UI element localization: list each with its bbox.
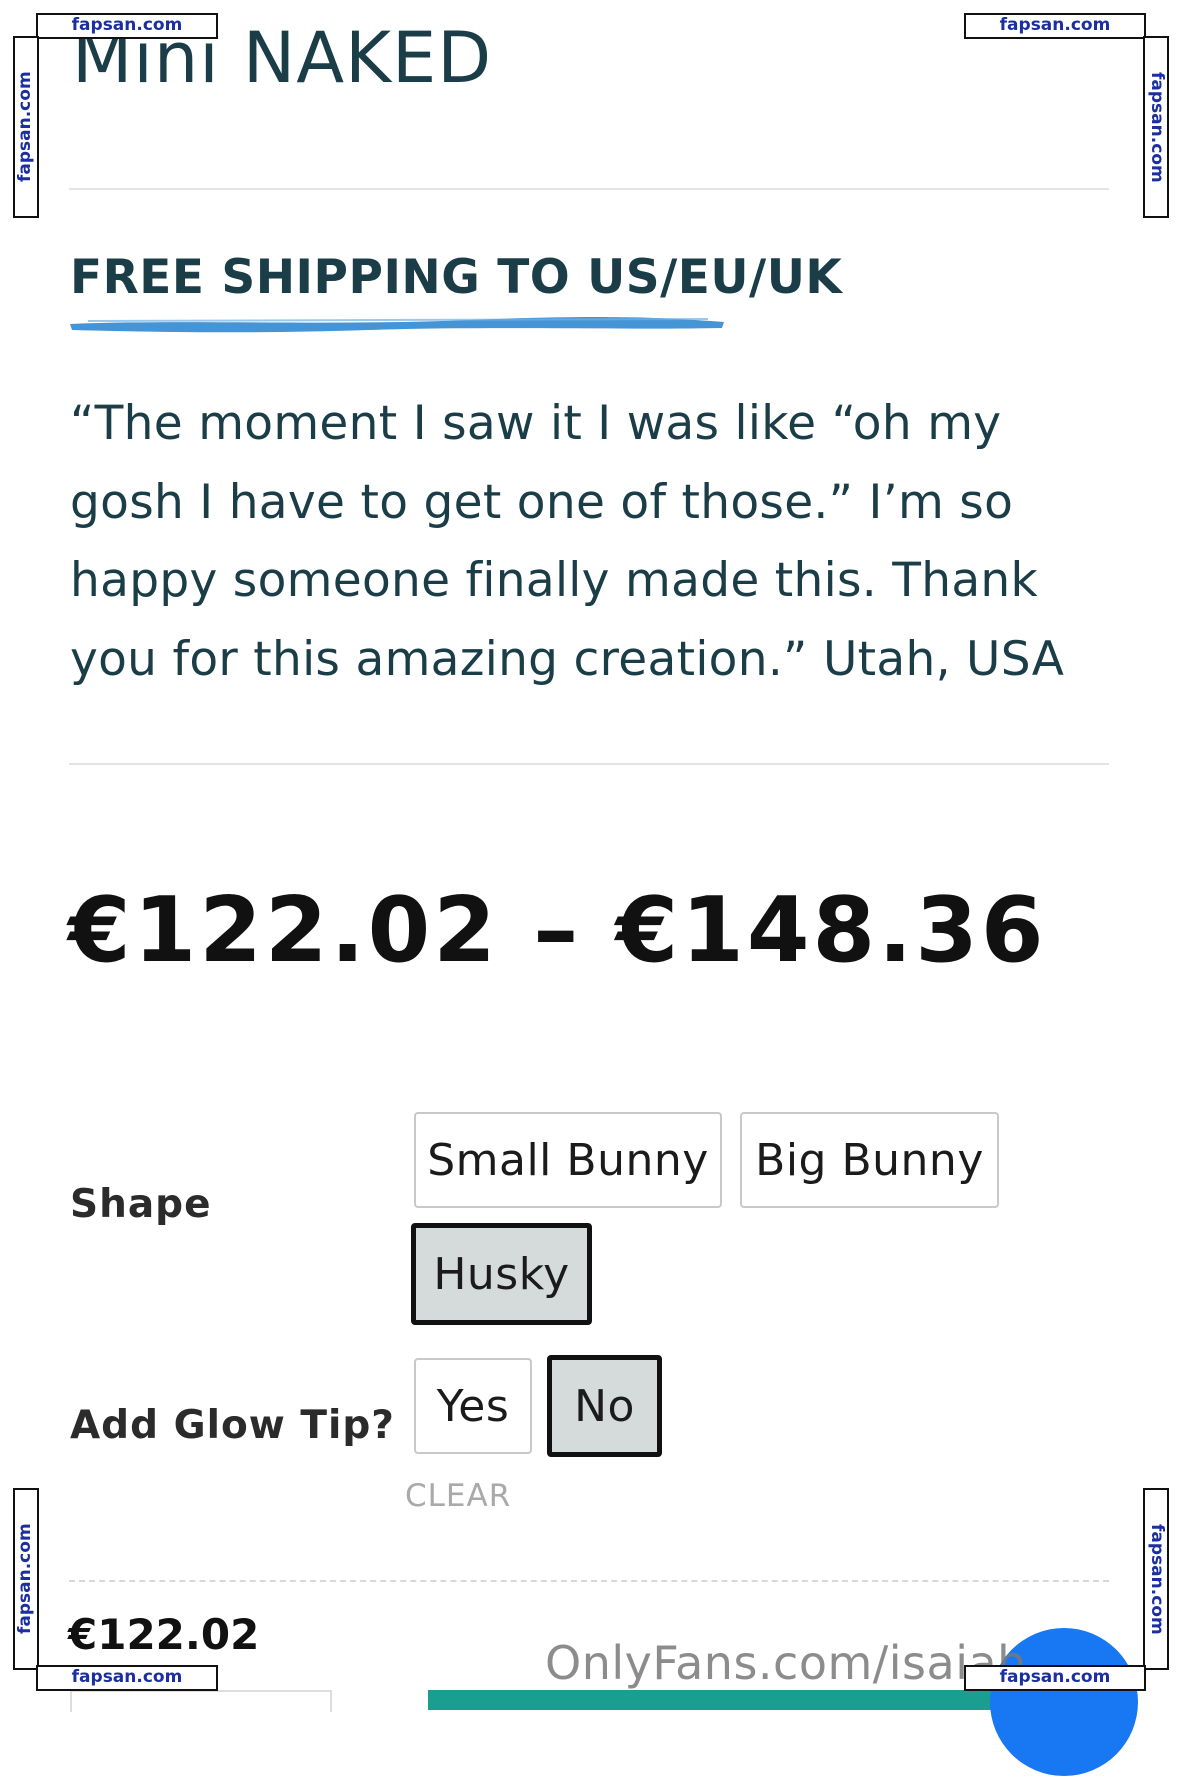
shape-option-husky[interactable]: Husky	[411, 1223, 592, 1325]
divider	[69, 188, 1109, 190]
glow-tip-option-yes[interactable]: Yes	[414, 1358, 532, 1454]
watermark-text: fapsan.com	[964, 13, 1146, 39]
divider	[69, 763, 1109, 765]
watermark-text: fapsan.com	[1143, 1488, 1169, 1670]
testimonial-text: “The moment I saw it I was like “oh my g…	[70, 396, 1065, 687]
quantity-input[interactable]	[70, 1690, 332, 1712]
shape-option-big-bunny[interactable]: Big Bunny	[740, 1112, 999, 1208]
glow-tip-option-no[interactable]: No	[547, 1355, 662, 1457]
selected-price: €122.02	[68, 1610, 260, 1659]
clear-selection-link[interactable]: CLEAR	[405, 1478, 511, 1514]
dashed-divider	[69, 1580, 1109, 1582]
watermark-text: fapsan.com	[13, 1488, 39, 1670]
watermark-text: fapsan.com	[1143, 36, 1169, 218]
brush-underline	[70, 316, 724, 333]
shape-label: Shape	[70, 1182, 212, 1227]
watermark-text: fapsan.com	[36, 1665, 218, 1691]
shipping-banner: FREE SHIPPING TO US/EU/UK	[70, 250, 843, 305]
watermark-text: fapsan.com	[36, 13, 218, 39]
onlyfans-watermark: OnlyFans.com/isaiah	[545, 1636, 1027, 1690]
add-to-cart-button[interactable]	[428, 1690, 1068, 1710]
glow-tip-label: Add Glow Tip?	[70, 1403, 395, 1448]
watermark-text: fapsan.com	[964, 1665, 1146, 1691]
watermark-text: fapsan.com	[13, 36, 39, 218]
shape-option-small-bunny[interactable]: Small Bunny	[414, 1112, 722, 1208]
price-range: €122.02 – €148.36	[68, 878, 1047, 983]
